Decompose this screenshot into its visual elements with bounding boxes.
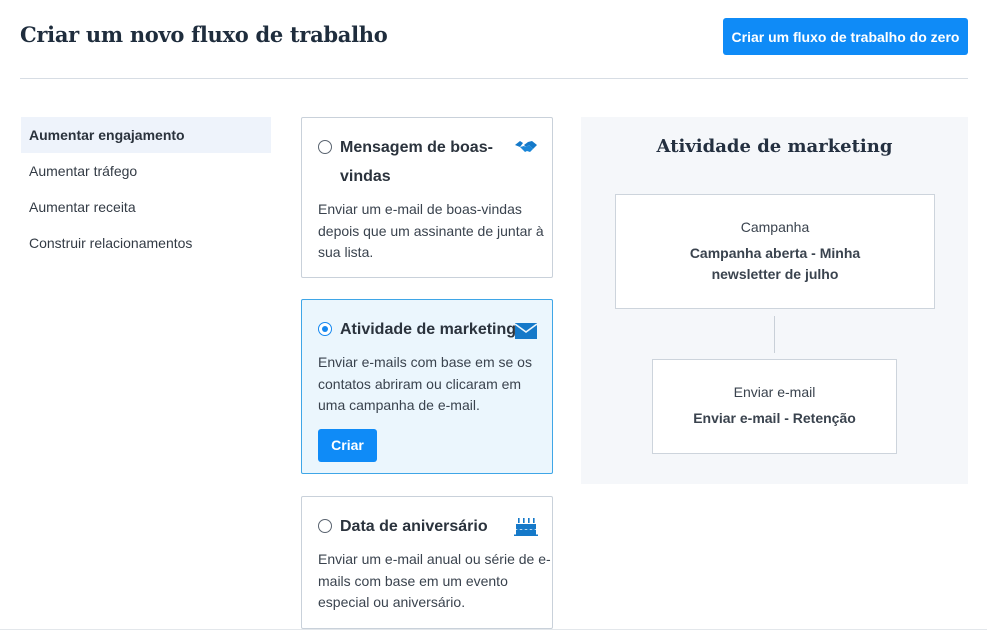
template-description: Enviar um e-mail de boas-vindas depois q… bbox=[318, 201, 544, 260]
sidebar-item-traffic[interactable]: Aumentar tráfego bbox=[21, 153, 271, 189]
create-button[interactable]: Criar bbox=[318, 428, 377, 462]
birthday-cake-icon bbox=[514, 518, 538, 536]
template-card-welcome[interactable]: Mensagem de boas-vindas Enviar um e-mail… bbox=[301, 117, 553, 278]
goal-sidebar: Aumentar engajamento Aumentar tráfego Au… bbox=[21, 117, 271, 261]
birthday-radio[interactable] bbox=[318, 519, 332, 533]
template-description: Enviar um e-mail anual ou série de e-mai… bbox=[318, 551, 551, 610]
handshake-icon bbox=[515, 141, 537, 152]
template-card-birthday[interactable]: Data de aniversário Enviar um e-mail anu… bbox=[301, 496, 553, 629]
template-title: Data de aniversário bbox=[340, 518, 488, 535]
workflow-preview: Atividade de marketing Campanha Campanha… bbox=[581, 117, 968, 484]
welcome-radio[interactable] bbox=[318, 140, 332, 154]
marketing-activity-radio[interactable] bbox=[318, 322, 332, 336]
bottom-divider bbox=[0, 629, 987, 630]
preview-title: Atividade de marketing bbox=[656, 136, 893, 157]
sidebar-item-relationships[interactable]: Construir relacionamentos bbox=[21, 225, 271, 261]
node-value: Campanha aberta - Minha newsletter de ju… bbox=[689, 244, 861, 282]
campaign-node: Campanha Campanha aberta - Minha newslet… bbox=[615, 194, 935, 309]
template-title: Atividade de marketing bbox=[340, 321, 517, 338]
node-label: Enviar e-mail bbox=[733, 384, 816, 400]
header-divider bbox=[20, 78, 968, 79]
send-email-node: Enviar e-mail Enviar e-mail - Retenção bbox=[652, 359, 897, 454]
node-label: Campanha bbox=[740, 218, 810, 235]
sidebar-item-revenue[interactable]: Aumentar receita bbox=[21, 189, 271, 225]
template-card-marketing-activity[interactable]: Atividade de marketing Enviar e-mails co… bbox=[301, 299, 553, 474]
create-from-scratch-button[interactable]: Criar um fluxo de trabalho do zero bbox=[723, 18, 968, 55]
node-connector bbox=[774, 316, 775, 353]
page-title: Criar um novo fluxo de trabalho bbox=[20, 22, 388, 47]
envelope-icon bbox=[514, 323, 538, 339]
template-description: Enviar e-mails com base em se os contato… bbox=[318, 354, 532, 413]
template-title: Mensagem de boas-vindas bbox=[340, 139, 493, 185]
sidebar-item-engagement[interactable]: Aumentar engajamento bbox=[21, 117, 271, 153]
node-value: Enviar e-mail - Retenção bbox=[693, 410, 856, 426]
